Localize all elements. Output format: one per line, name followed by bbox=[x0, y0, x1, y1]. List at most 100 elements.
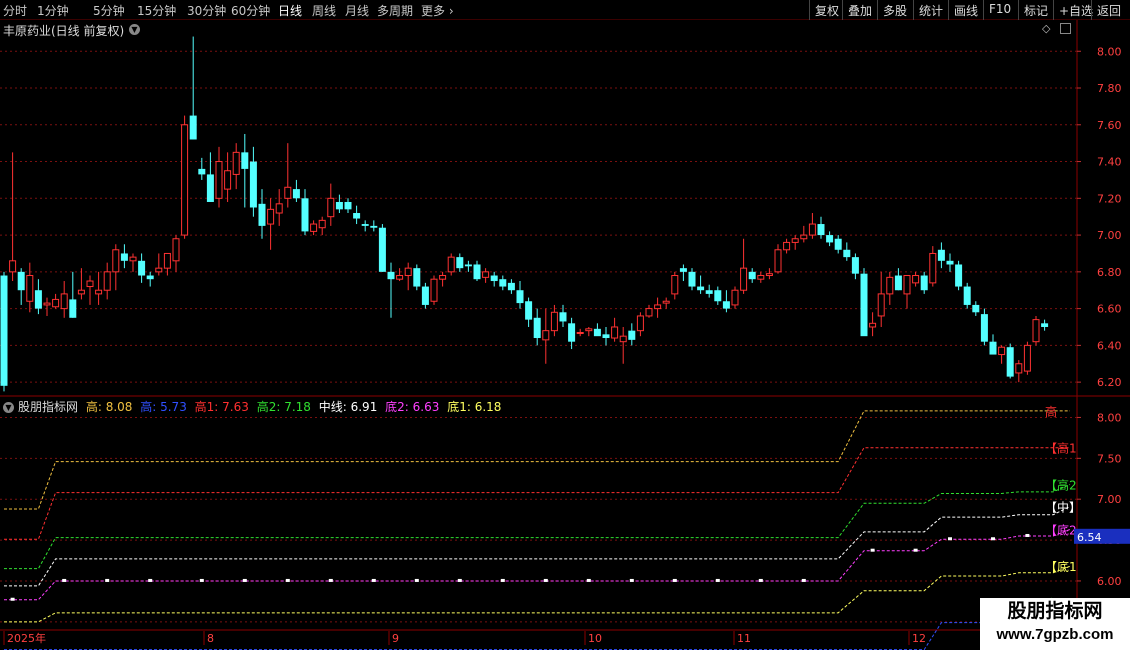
indicator-tick-label: 8.00 bbox=[1097, 411, 1122, 424]
candle-body bbox=[886, 276, 894, 295]
candle-body bbox=[1023, 344, 1031, 372]
price-tick-label: 6.60 bbox=[1097, 303, 1122, 316]
candle-body bbox=[877, 293, 885, 317]
midline-marker bbox=[457, 578, 462, 582]
candle-body bbox=[206, 174, 214, 202]
candle-body bbox=[998, 346, 1006, 356]
candle-body bbox=[267, 208, 275, 225]
candle-body bbox=[671, 275, 679, 295]
candle-body bbox=[843, 249, 851, 258]
candle-body bbox=[456, 257, 464, 269]
candle-body bbox=[439, 275, 447, 280]
candle-body bbox=[499, 279, 507, 287]
indicator-tick-label: 7.50 bbox=[1097, 452, 1122, 465]
candle-body bbox=[284, 186, 292, 199]
indicator-line bbox=[4, 602, 1071, 650]
candle-body bbox=[568, 323, 576, 342]
candle-body bbox=[1006, 347, 1014, 377]
candle-body bbox=[550, 311, 558, 332]
midline-marker bbox=[148, 578, 153, 582]
candle-body bbox=[181, 124, 189, 236]
candle-body bbox=[473, 264, 481, 280]
price-tick-label: 7.20 bbox=[1097, 192, 1122, 205]
candle-body bbox=[714, 290, 722, 302]
price-tick-label: 6.80 bbox=[1097, 266, 1122, 279]
candle-body bbox=[757, 275, 765, 280]
candle-body bbox=[0, 275, 8, 386]
candle-body bbox=[163, 252, 171, 269]
candle-body bbox=[17, 271, 25, 291]
midline-marker bbox=[629, 578, 634, 582]
candle-body bbox=[482, 271, 490, 278]
candle-body bbox=[912, 275, 920, 284]
midline-marker bbox=[199, 578, 204, 582]
candle-body bbox=[155, 267, 163, 273]
candle-body bbox=[9, 260, 17, 273]
candle-body bbox=[869, 322, 877, 328]
candle-body bbox=[851, 257, 859, 274]
candle-body bbox=[77, 289, 85, 295]
candle-body bbox=[224, 170, 232, 190]
candle-body bbox=[722, 301, 730, 309]
midline-marker bbox=[1025, 533, 1030, 537]
price-tick-label: 7.40 bbox=[1097, 156, 1122, 169]
price-tick-label: 8.00 bbox=[1097, 45, 1122, 58]
midline-marker bbox=[62, 578, 67, 582]
candle-body bbox=[241, 152, 249, 169]
candle-body bbox=[516, 290, 524, 304]
candle-body bbox=[189, 115, 197, 140]
candle-body bbox=[576, 332, 584, 334]
candle-body bbox=[826, 235, 834, 243]
line-tag: 【底1 bbox=[1045, 559, 1077, 574]
candle-body bbox=[103, 271, 111, 291]
candle-body bbox=[1015, 363, 1023, 374]
candle-body bbox=[318, 219, 326, 229]
midline-marker bbox=[10, 597, 15, 601]
candle-body bbox=[808, 223, 816, 236]
midline-marker bbox=[328, 578, 333, 582]
midline-marker bbox=[715, 578, 720, 582]
candle-body bbox=[774, 249, 782, 273]
candle-body bbox=[602, 334, 610, 339]
candle-body bbox=[327, 197, 335, 218]
midline-marker bbox=[801, 578, 806, 582]
time-label: 12 bbox=[912, 632, 926, 645]
candle-body bbox=[421, 286, 429, 305]
midline-marker bbox=[991, 537, 995, 541]
candle-body bbox=[955, 264, 963, 287]
candle-body bbox=[344, 201, 352, 210]
candle-body bbox=[60, 293, 68, 310]
candle-body bbox=[404, 267, 412, 277]
candle-body bbox=[396, 275, 404, 280]
candle-body bbox=[585, 328, 593, 332]
candle-body bbox=[447, 256, 455, 273]
candle-body bbox=[748, 271, 756, 280]
candle-body bbox=[301, 198, 309, 232]
candle-body bbox=[817, 224, 825, 236]
candle-body bbox=[361, 224, 369, 226]
candle-body bbox=[52, 298, 60, 308]
candle-body bbox=[138, 260, 146, 276]
candle-body bbox=[464, 264, 472, 267]
time-label: 9 bbox=[392, 632, 399, 645]
indicator-line bbox=[4, 565, 1071, 623]
candle-body bbox=[860, 273, 868, 337]
price-tick-label: 6.40 bbox=[1097, 339, 1122, 352]
price-tick-label: 7.00 bbox=[1097, 229, 1122, 242]
candle-body bbox=[129, 256, 137, 262]
candle-body bbox=[215, 161, 223, 199]
candle-body bbox=[292, 189, 300, 199]
candle-body bbox=[679, 268, 687, 272]
line-tag: 高 bbox=[1045, 404, 1057, 419]
midline-marker bbox=[543, 578, 548, 582]
candle-body bbox=[697, 286, 705, 291]
candle-body bbox=[800, 234, 808, 240]
candle-body bbox=[705, 290, 713, 294]
candle-body bbox=[765, 273, 773, 277]
candle-body bbox=[662, 300, 670, 304]
candle-body bbox=[636, 315, 644, 332]
candle-body bbox=[645, 308, 653, 317]
candle-body bbox=[310, 223, 318, 232]
midline-marker bbox=[758, 578, 763, 582]
midline-marker bbox=[948, 537, 952, 541]
